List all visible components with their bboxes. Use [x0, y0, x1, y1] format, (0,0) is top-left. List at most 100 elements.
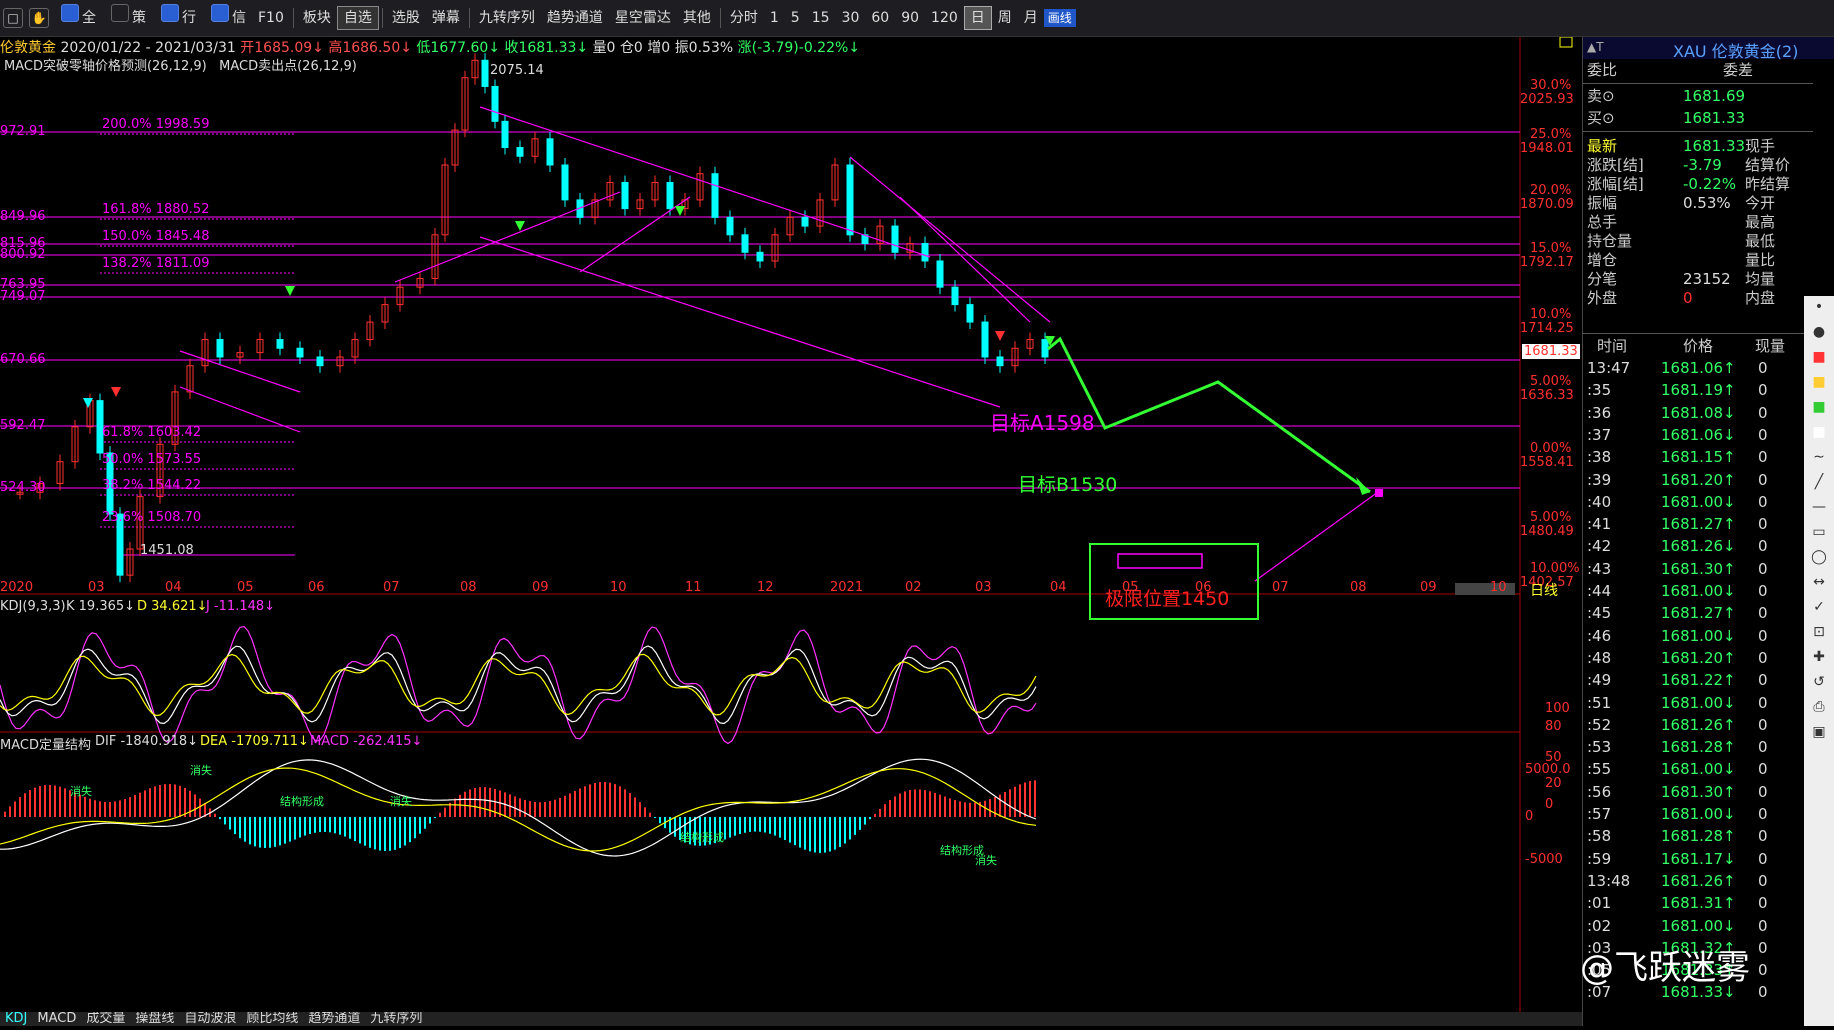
tick-price: 1681.30↑ [1661, 559, 1736, 578]
month-tick-label: 12 [757, 580, 774, 595]
bottom-tab-7[interactable]: 九转序列 [365, 1012, 427, 1026]
tick-time: :35 [1587, 381, 1612, 400]
bottom-tab-4[interactable]: 自动波浪 [179, 1012, 241, 1026]
sell-label: 卖⊙ [1587, 87, 1615, 105]
toolbar-item-4[interactable]: F10 [252, 0, 290, 36]
green-color-icon[interactable]: ■ [1807, 399, 1831, 421]
ellipse-tool-icon[interactable]: ◯ [1807, 549, 1831, 571]
toolbar-item-1[interactable]: 策 [102, 0, 152, 36]
kdj-d-line [0, 653, 1037, 717]
toolbar-item-12[interactable]: 其他 [677, 0, 717, 36]
trough-price-label: 1451.08 [140, 543, 194, 558]
quote-value: 0 [1683, 289, 1693, 307]
undo-tool-icon[interactable]: ↺ [1807, 674, 1831, 696]
toolbar-item-2[interactable]: 行 [152, 0, 202, 36]
tick-header-price: 价格 [1683, 337, 1714, 355]
toolbar-item-24[interactable]: 画线 [1043, 9, 1076, 27]
chart-area[interactable]: 伦敦黄金 2020/01/22 - 2021/03/31 开1685.09↓ 高… [0, 36, 1582, 1026]
select-tool-icon[interactable]: □ [3, 8, 23, 28]
tick-price: 1681.06↑ [1661, 359, 1736, 377]
toolbar-label: 行 [182, 10, 196, 26]
check-tool-icon[interactable]: ✓ [1807, 599, 1831, 621]
bottom-tab-1[interactable]: MACD [32, 1012, 81, 1026]
kdj-d-value: D 34.621↓ [137, 599, 208, 614]
toolbar-item-20[interactable]: 120 [925, 0, 964, 36]
toolbar-item-22[interactable]: 周 [992, 0, 1018, 36]
signal-arrow [995, 331, 1005, 341]
tick-qty: 0 [1758, 470, 1768, 489]
toolbar-item-16[interactable]: 15 [806, 0, 836, 36]
toolbar-item-19[interactable]: 90 [895, 0, 925, 36]
month-tick-label: 07 [383, 580, 400, 595]
hand-tool-icon[interactable]: ✋ [29, 8, 49, 28]
axis-pct-label: 10.00% [1530, 561, 1580, 576]
bottom-tab-0[interactable]: KDJ [0, 1012, 32, 1026]
axis-price-label: 1714.25 [1520, 321, 1574, 336]
toolbar-item-14[interactable]: 1 [764, 0, 785, 36]
toolbar-item-5[interactable]: 板块 [297, 0, 337, 36]
save-tool-icon[interactable]: ▣ [1807, 724, 1831, 746]
macd-mark-label: 结构形成 [680, 831, 724, 844]
tick-price: 1681.28↑ [1661, 738, 1736, 757]
tick-time: :57 [1587, 805, 1612, 823]
box-tool-icon[interactable]: ⊡ [1807, 624, 1831, 646]
wave-tool-icon[interactable]: ∼ [1807, 449, 1831, 471]
toolbar-item-10[interactable]: 趋势通道 [541, 0, 609, 36]
tick-price: 1681.20↑ [1661, 648, 1736, 667]
circle-tool-icon[interactable]: ● [1807, 324, 1831, 346]
toolbar-item-3[interactable]: 信 [202, 0, 252, 36]
add-tool-icon[interactable]: ✚ [1807, 649, 1831, 671]
bottom-tab-5[interactable]: 顾比均线 [241, 1012, 303, 1026]
month-tick-label: 2020 [0, 580, 34, 595]
line-tool-icon[interactable]: ╱ [1807, 474, 1831, 496]
rect-tool-icon[interactable]: ▭ [1807, 524, 1831, 546]
tick-price: 1681.26↓ [1661, 537, 1736, 556]
red-color-icon[interactable]: ■ [1807, 349, 1831, 371]
toolbar-item-8[interactable]: 弹幕 [426, 0, 466, 36]
toolbar-item-15[interactable]: 5 [785, 0, 806, 36]
kdj-k-value: K 19.365↓ [66, 599, 136, 614]
tick-row: :38 1681.15↑ 0 [1583, 446, 1813, 468]
toolbar-item-17[interactable]: 30 [836, 0, 866, 36]
arrow-tool-icon[interactable]: ↔ [1807, 574, 1831, 596]
toolbar-item-9[interactable]: 九转序列 [473, 0, 541, 36]
peak-price-label: 2075.14 [490, 63, 544, 78]
toolbar-item-11[interactable]: 星空雷达 [609, 0, 677, 36]
tick-row: :39 1681.20↑ 0 [1583, 469, 1813, 491]
toolbar-item-13[interactable]: 分时 [724, 0, 764, 36]
dot-tool-icon[interactable]: • [1807, 299, 1831, 321]
tick-qty: 0 [1758, 805, 1768, 823]
bottom-tabs: KDJ MACD 成交量 操盘线 自动波浪 顾比均线 趋势通道 九转序列 [0, 1012, 1582, 1026]
toolbar-item-18[interactable]: 60 [865, 0, 895, 36]
toolbar-item-21[interactable]: 日 [963, 6, 992, 30]
month-tick-label: 09 [532, 580, 549, 595]
kline-chart-svg[interactable] [0, 36, 1582, 1026]
macd-mark-label: 消失 [390, 795, 412, 808]
tick-qty: 0 [1758, 626, 1768, 645]
white-color-icon[interactable]: ■ [1807, 424, 1831, 446]
chart-header: 伦敦黄金 2020/01/22 - 2021/03/31 开1685.09↓ 高… [0, 37, 860, 57]
candle-body [316, 356, 324, 367]
tick-qty: 0 [1758, 738, 1768, 757]
bottom-tab-6[interactable]: 趋势通道 [303, 1012, 365, 1026]
tick-price: 1681.27↑ [1661, 604, 1736, 623]
hline-tool-icon[interactable]: — [1807, 499, 1831, 521]
candle-body [951, 286, 959, 306]
bottom-tab-2[interactable]: 成交量 [81, 1012, 130, 1026]
toolbar-item-23[interactable]: 月 [1018, 0, 1044, 36]
chart-settings-icon [1559, 36, 1573, 48]
toolbar-item-7[interactable]: 选股 [386, 0, 426, 36]
print-tool-icon[interactable]: ⎙ [1807, 699, 1831, 721]
indicator-1: MACD突破零轴价格预测(26,12,9) [4, 59, 207, 74]
tick-row: :02 1681.00↓ 0 [1583, 915, 1813, 937]
yellow-color-icon[interactable]: ■ [1807, 374, 1831, 396]
tick-price: 1681.00↓ [1661, 693, 1736, 712]
bottom-tab-3[interactable]: 操盘线 [130, 1012, 179, 1026]
candle-body [546, 138, 554, 166]
toolbar-item-6[interactable]: 自选 [336, 6, 379, 30]
toolbar-item-0[interactable]: 全 [52, 0, 102, 36]
tick-row: :56 1681.30↑ 0 [1583, 781, 1813, 803]
buy-price: 1681.33 [1683, 109, 1746, 127]
macd-axis-label: -5000 [1525, 852, 1563, 867]
tick-row: 13:47 1681.06↑ 0 [1583, 357, 1813, 379]
